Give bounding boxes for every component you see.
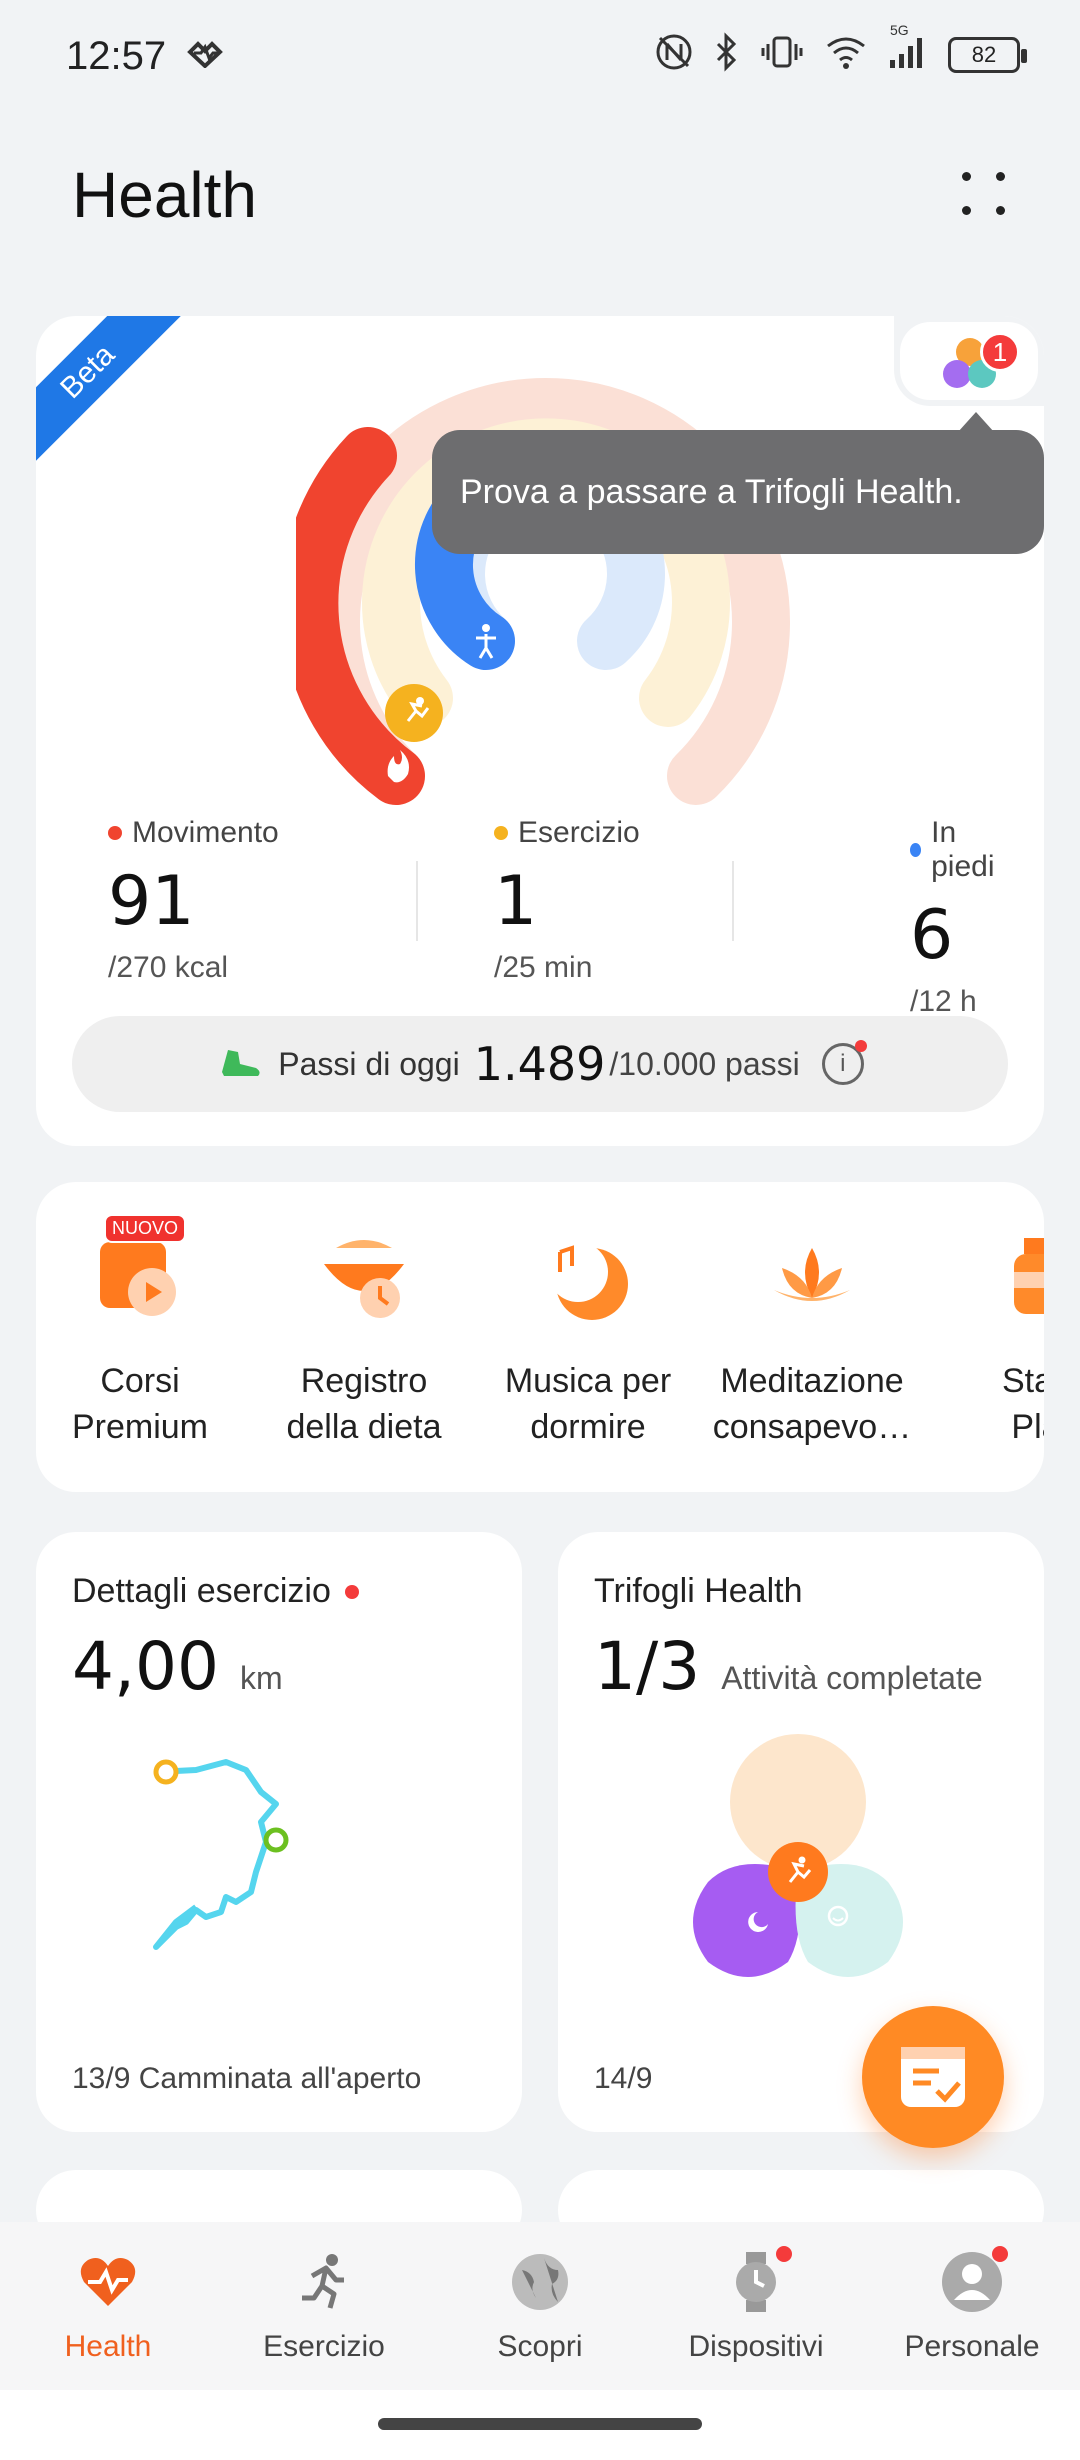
- nav-unread-dot: [776, 2246, 792, 2262]
- nav-esercizio[interactable]: Esercizio: [216, 2250, 432, 2364]
- stand-dot: [910, 843, 922, 857]
- steps-value: 1.489: [473, 1037, 606, 1091]
- distance-unit: km: [239, 1660, 283, 1696]
- shortcut-label: consapevo…: [712, 1408, 912, 1446]
- user-avatar-icon: [940, 2246, 1008, 2314]
- nav-label: Health: [64, 2330, 152, 2363]
- trifogli-clover-chart: [693, 1734, 903, 1977]
- stat-exercise: Esercizio 1 /25 min: [494, 816, 640, 985]
- wifi-icon: [824, 32, 868, 77]
- trifogli-health-button[interactable]: 1: [900, 322, 1038, 400]
- nav-label: Personale: [904, 2330, 1040, 2363]
- sleep-music-icon: [538, 1228, 638, 1328]
- shortcut-label: Corsi: [100, 1362, 180, 1400]
- watch-icon: [724, 2246, 792, 2314]
- more-options-button[interactable]: [954, 162, 1014, 222]
- shortcut-label: Meditazione: [720, 1362, 904, 1400]
- stat-label: In piedi: [931, 816, 995, 883]
- shortcut-corsi-premium[interactable]: NUOVO Corsi Premium: [36, 1214, 250, 1450]
- shortcut-registro-dieta[interactable]: Registro della dieta: [254, 1228, 474, 1450]
- trifogli-tooltip[interactable]: Prova a passare a Trifogli Health.: [432, 412, 1044, 554]
- status-bar: 12:57 5G 82: [0, 0, 1080, 110]
- divider: [416, 861, 418, 941]
- shortcut-label: dormire: [530, 1408, 646, 1446]
- unread-dot: [344, 1584, 359, 1599]
- activity-rings-card[interactable]: Beta 1 Movimento 91 /270 kcal Esercizio …: [36, 316, 1044, 1146]
- network-type: 5G: [890, 22, 909, 38]
- nav-dispositivi[interactable]: Dispositivi: [648, 2246, 864, 2364]
- heart-pulse-icon: [76, 2250, 140, 2314]
- progress-value: 1/3: [594, 1628, 701, 1705]
- lotus-icon: [762, 1228, 862, 1328]
- diet-bowl-icon: [314, 1228, 414, 1328]
- exercise-dot: [494, 826, 508, 840]
- notes-check-icon: [901, 2047, 965, 2107]
- stat-value: 6: [910, 896, 954, 975]
- stat-value: 91: [108, 862, 195, 941]
- health-heart-icon: [186, 38, 224, 73]
- shortcut-musica-dormire[interactable]: Musica per dormire: [478, 1228, 698, 1450]
- stat-goal: /12 h: [910, 985, 977, 1018]
- distance-value: 4,00: [72, 1628, 219, 1705]
- battery-indicator: 82: [948, 36, 1027, 73]
- shortcut-label: Registro: [300, 1362, 428, 1400]
- nav-scopri[interactable]: Scopri: [432, 2250, 648, 2364]
- shortcut-label: Musica per: [504, 1362, 672, 1400]
- activity-stats: Movimento 91 /270 kcal Esercizio 1 /25 m…: [72, 816, 1008, 1019]
- running-icon: [292, 2250, 356, 2314]
- steps-label: Passi di oggi: [278, 1045, 460, 1082]
- page-title: Health: [72, 159, 257, 231]
- shortcut-label: Premium: [71, 1408, 209, 1446]
- exercise-details-card[interactable]: Dettagli esercizio 4,00 km 13/9 Camminat…: [36, 1532, 522, 2132]
- stat-label: Movimento: [132, 816, 279, 849]
- nav-label: Dispositivi: [688, 2330, 824, 2363]
- nfc-icon: [654, 32, 694, 77]
- shoe-icon: [216, 1042, 264, 1087]
- nav-health[interactable]: Health: [0, 2250, 216, 2364]
- stat-stand: In piedi 6 /12 h: [910, 816, 1008, 1019]
- shortcut-label: Pla: [1011, 1408, 1044, 1446]
- stat-label: Esercizio: [518, 816, 640, 849]
- nav-unread-dot: [992, 2246, 1008, 2262]
- stat-goal: /270 kcal: [108, 951, 229, 984]
- nav-label: Esercizio: [263, 2330, 385, 2363]
- activity-rings: [296, 377, 790, 805]
- shortcut-stay-plan[interactable]: Stay Pla: [926, 1228, 1044, 1450]
- exercise-date-type: 13/9 Camminata all'aperto: [72, 2062, 422, 2095]
- nav-label: Scopri: [497, 2330, 583, 2363]
- progress-label: Attività completate: [721, 1660, 983, 1696]
- info-icon[interactable]: i: [821, 1040, 867, 1085]
- bottle-icon: [986, 1228, 1044, 1328]
- status-time: 12:57: [66, 34, 167, 78]
- steps-goal: /10.000 passi: [609, 1045, 800, 1082]
- bottom-navigation: Health Esercizio Scopri Dispositivi Pers…: [0, 2222, 1080, 2390]
- signal-icon: 5G: [888, 22, 928, 77]
- shortcut-label: della dieta: [286, 1408, 442, 1446]
- beta-ribbon: Beta: [36, 316, 185, 469]
- divider: [732, 861, 734, 941]
- route-map: [153, 1759, 289, 1950]
- globe-icon: [508, 2250, 572, 2314]
- stat-goal: /25 min: [494, 951, 593, 984]
- steps-summary[interactable]: Passi di oggi 1.489 /10.000 passi i: [72, 1016, 1008, 1112]
- new-badge: NUOVO: [104, 1214, 187, 1243]
- nav-personale[interactable]: Personale: [864, 2246, 1080, 2364]
- bluetooth-icon: [714, 32, 740, 77]
- notification-badge: 1: [980, 332, 1020, 372]
- trifogli-date: 14/9: [594, 2062, 653, 2095]
- add-record-button[interactable]: [862, 2006, 1004, 2148]
- shortcut-meditazione[interactable]: Meditazione consapevo…: [702, 1228, 922, 1450]
- stat-movement: Movimento 91 /270 kcal: [108, 816, 279, 985]
- shortcuts-card: NUOVO Corsi Premium Registro della dieta M…: [36, 1182, 1044, 1492]
- movement-dot: [108, 826, 122, 840]
- vibrate-icon: [760, 32, 804, 77]
- trifogli-shortcut-wrap: 1: [894, 316, 1044, 406]
- home-gesture-bar[interactable]: [378, 2418, 702, 2430]
- shortcut-label: Stay: [1001, 1362, 1044, 1400]
- stat-value: 1: [494, 862, 538, 941]
- video-course-icon: NUOVO: [90, 1214, 190, 1328]
- card-title: Trifogli Health: [594, 1572, 803, 1610]
- card-title: Dettagli esercizio: [72, 1572, 331, 1610]
